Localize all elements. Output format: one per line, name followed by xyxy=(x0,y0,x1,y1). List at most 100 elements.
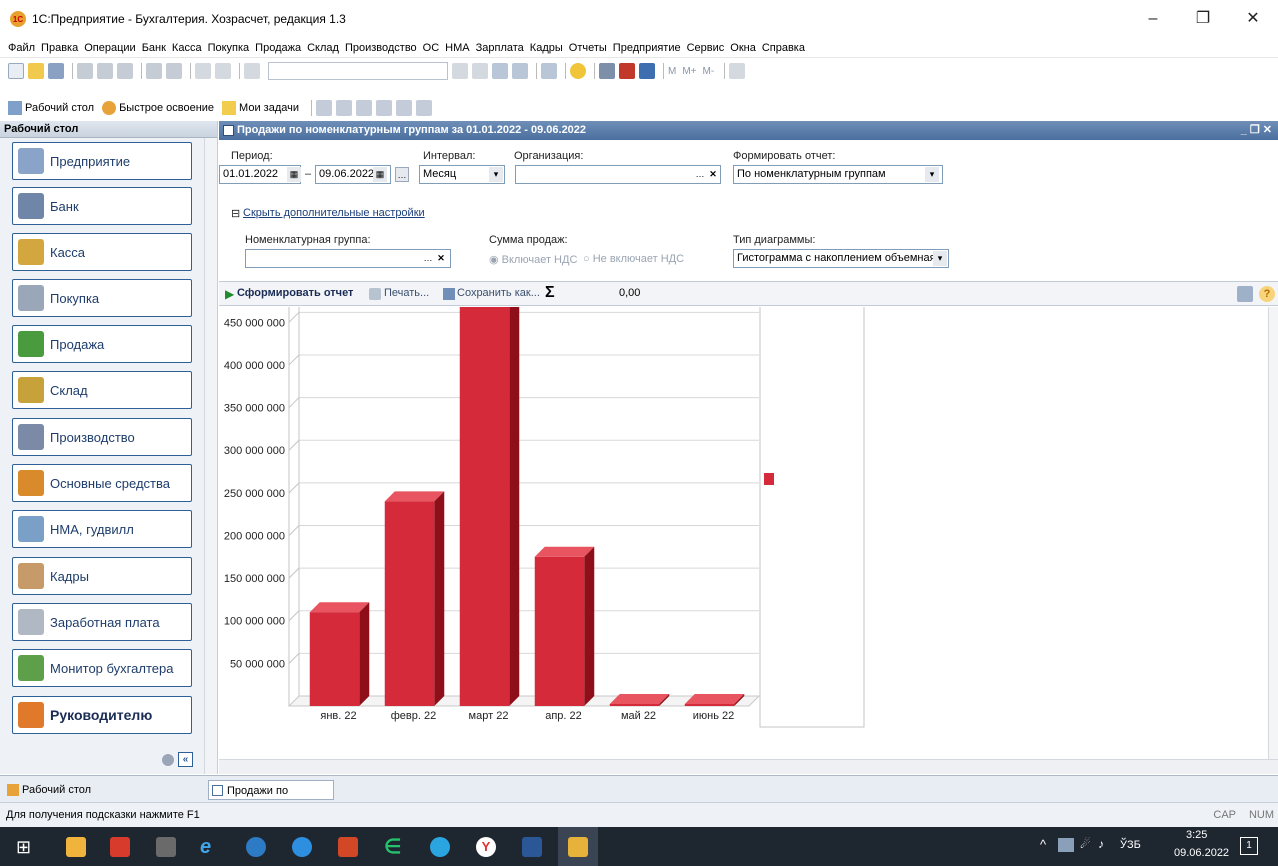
toggle-settings-icon[interactable]: ⊟ xyxy=(231,207,240,220)
sum-icon[interactable]: Σ xyxy=(545,284,555,302)
open-icon[interactable] xyxy=(28,63,44,79)
hide-settings-link[interactable]: Скрыть дополнительные настройки xyxy=(243,207,425,219)
organization-field[interactable] xyxy=(515,165,721,184)
clock-time[interactable]: 3:25 xyxy=(1186,829,1207,841)
menu-item-1[interactable]: Правка xyxy=(41,42,78,54)
menu-item-17[interactable]: Справка xyxy=(762,42,805,54)
find-next-icon[interactable] xyxy=(492,63,508,79)
chart-type-select[interactable]: Гистограмма с накоплением объемная xyxy=(733,249,949,268)
organization-select-button[interactable]: … xyxy=(693,167,707,182)
print-button[interactable]: Печать... xyxy=(384,287,429,299)
save-icon[interactable] xyxy=(48,63,64,79)
calendar-icon[interactable] xyxy=(619,63,635,79)
powerpoint-icon[interactable] xyxy=(338,837,358,857)
reports-menu-icon[interactable] xyxy=(415,100,432,116)
anydesk-icon[interactable] xyxy=(110,837,130,857)
save-as-button[interactable]: Сохранить как... xyxy=(457,287,540,299)
report-window-controls[interactable]: _ ❐ ✕ xyxy=(1241,121,1272,140)
settings-grid-icon[interactable] xyxy=(1237,286,1253,302)
vertical-scrollbar[interactable] xyxy=(1268,307,1278,759)
tools-icon[interactable] xyxy=(729,63,746,79)
form-report-select[interactable]: По номенклатурным группам xyxy=(733,165,943,184)
nav-item-7[interactable]: Основные средства xyxy=(12,464,192,502)
internet-explorer-icon[interactable]: e xyxy=(200,837,220,857)
redo-icon[interactable] xyxy=(215,63,231,79)
chevron-up-icon[interactable]: ^ xyxy=(1040,837,1046,852)
nomenclature-select-button[interactable]: … xyxy=(421,251,435,266)
report-icon[interactable] xyxy=(315,100,332,116)
menu-item-9[interactable]: ОС xyxy=(423,42,440,54)
search-icon[interactable] xyxy=(244,63,260,79)
app-icon[interactable] xyxy=(246,837,266,857)
yandex-browser-icon[interactable]: Y xyxy=(476,837,496,857)
clock-date[interactable]: 09.06.2022 xyxy=(1174,847,1229,859)
nav-item-10[interactable]: Заработная плата xyxy=(12,603,192,641)
clear-search-icon[interactable] xyxy=(472,63,488,79)
nav-item-4[interactable]: Продажа xyxy=(12,325,192,363)
menu-item-13[interactable]: Отчеты xyxy=(569,42,607,54)
menu-item-15[interactable]: Сервис xyxy=(687,42,725,54)
menu-item-10[interactable]: НМА xyxy=(445,42,469,54)
collapse-panel-icon[interactable]: « xyxy=(178,752,193,767)
panel-scrollbar[interactable] xyxy=(204,138,217,774)
balance-icon[interactable] xyxy=(355,100,372,116)
calendar-to-icon[interactable]: ▦ xyxy=(373,167,387,182)
restore-button[interactable]: ❐ xyxy=(1178,0,1228,38)
journal-icon[interactable] xyxy=(335,100,352,116)
nav-item-12[interactable]: Руководителю xyxy=(12,696,192,734)
menu-item-6[interactable]: Продажа xyxy=(255,42,301,54)
info-icon[interactable] xyxy=(570,63,586,79)
nav-item-2[interactable]: Касса xyxy=(12,233,192,271)
menu-item-3[interactable]: Банк xyxy=(142,42,166,54)
organization-clear-icon[interactable]: ✕ xyxy=(706,167,720,182)
cut-icon[interactable] xyxy=(77,63,93,79)
notification-icon[interactable]: 1 xyxy=(1240,837,1258,855)
print-icon[interactable] xyxy=(146,63,162,79)
generate-report-button[interactable]: Сформировать отчет xyxy=(237,287,353,299)
nav-item-0[interactable]: Предприятие xyxy=(12,142,192,180)
xm-app-icon[interactable] xyxy=(156,837,176,857)
nav-item-11[interactable]: Монитор бухгалтера xyxy=(12,649,192,687)
horizontal-scrollbar[interactable] xyxy=(219,759,1278,774)
find-prev-icon[interactable] xyxy=(512,63,528,79)
memory-button[interactable]: M xyxy=(668,66,676,77)
period-select-button[interactable]: … xyxy=(395,167,409,182)
new-doc-icon[interactable] xyxy=(8,63,24,79)
close-button[interactable]: ✕ xyxy=(1228,0,1278,38)
tab-sales-report[interactable]: Продажи по номенклатурн... xyxy=(208,780,334,817)
nav-item-8[interactable]: НМА, гудвилл xyxy=(12,510,192,548)
telegram-icon[interactable] xyxy=(430,837,450,857)
preview-icon[interactable] xyxy=(166,63,182,79)
copy-icon[interactable] xyxy=(97,63,113,79)
menu-item-4[interactable]: Касса xyxy=(172,42,202,54)
network-icon[interactable]: ☄ xyxy=(1080,837,1091,851)
1c-app-icon[interactable] xyxy=(568,837,588,857)
menu-item-0[interactable]: Файл xyxy=(8,42,35,54)
start-icon[interactable]: ⊞ xyxy=(16,837,36,857)
ledger-icon[interactable] xyxy=(375,100,392,116)
quick-learning-button[interactable]: Быстрое освоение xyxy=(102,101,214,115)
desktop-button[interactable]: Рабочий стол xyxy=(8,101,94,115)
memory-plus-button[interactable]: M+ xyxy=(682,66,696,77)
nav-item-3[interactable]: Покупка xyxy=(12,279,192,317)
nav-item-5[interactable]: Склад xyxy=(12,371,192,409)
menu-item-16[interactable]: Окна xyxy=(730,42,756,54)
paste-icon[interactable] xyxy=(117,63,133,79)
users-icon[interactable] xyxy=(639,63,655,79)
my-tasks-button[interactable]: Мои задачи xyxy=(222,101,299,115)
form-report-dropdown-icon[interactable]: ▾ xyxy=(925,167,939,182)
menu-item-2[interactable]: Операции xyxy=(84,42,135,54)
language-indicator[interactable]: ЎЗБ xyxy=(1120,839,1141,851)
minimize-button[interactable]: – xyxy=(1128,0,1178,38)
vat-included-radio[interactable]: ◉ Включает НДС xyxy=(489,253,577,266)
tab-desktop[interactable]: Рабочий стол xyxy=(4,780,204,800)
dropdown-icon[interactable] xyxy=(452,63,468,79)
settings-icon[interactable] xyxy=(162,754,174,766)
menu-item-5[interactable]: Покупка xyxy=(208,42,250,54)
volume-icon[interactable]: ♪ xyxy=(1098,837,1104,851)
nav-item-9[interactable]: Кадры xyxy=(12,557,192,595)
file-explorer-icon[interactable] xyxy=(66,837,86,857)
word-icon[interactable] xyxy=(522,837,542,857)
calculator-icon[interactable] xyxy=(599,63,615,79)
menu-item-14[interactable]: Предприятие xyxy=(613,42,681,54)
